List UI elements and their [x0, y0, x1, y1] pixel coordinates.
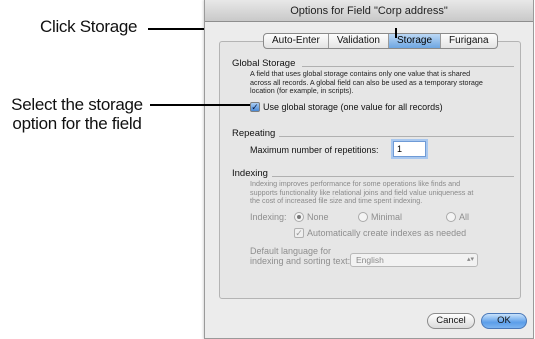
tab-auto-enter[interactable]: Auto-Enter — [264, 34, 329, 48]
tab-bar: Auto-Enter Validation Storage Furigana — [263, 33, 498, 49]
max-repetitions-label: Maximum number of repetitions: — [250, 145, 379, 155]
max-repetitions-input[interactable]: 1 — [393, 141, 426, 157]
default-language-label-line-1: Default language for — [250, 246, 332, 256]
auto-index-label: Automatically create indexes as needed — [307, 228, 467, 238]
language-value: English — [356, 255, 384, 265]
indexing-none-radio[interactable] — [294, 212, 304, 222]
storage-panel: Global Storage A field that uses global … — [219, 41, 521, 299]
default-language-label-line-2: indexing and sorting text: — [250, 256, 351, 266]
global-storage-checkbox-label: Use global storage (one value for all re… — [263, 102, 443, 112]
callout-2-line-2: option for the field — [12, 114, 142, 133]
callout-select-storage: Select the storage option for the field — [2, 95, 152, 133]
indexing-description-line-3: the cost of increased file size and time… — [250, 196, 423, 206]
global-storage-heading: Global Storage — [232, 58, 296, 69]
tab-validation[interactable]: Validation — [329, 34, 389, 48]
global-storage-checkbox[interactable]: ✓ — [250, 102, 260, 112]
callout-1-leader-drop — [395, 28, 397, 38]
cancel-button[interactable]: Cancel — [427, 313, 475, 329]
indexing-none-label: None — [307, 212, 329, 222]
repeating-heading: Repeating — [232, 128, 276, 139]
language-popup[interactable]: English ▴▾ — [350, 253, 478, 267]
global-storage-rule — [302, 66, 514, 67]
dialog-title: Options for Field "Corp address" — [205, 0, 533, 22]
global-storage-description-line-3: location (for example, in scripts). — [250, 86, 354, 96]
indexing-rule — [272, 176, 514, 177]
callout-2-line-1: Select the storage — [11, 95, 143, 114]
global-storage-description: A field that uses global storage contain… — [250, 69, 516, 96]
indexing-label: Indexing: — [250, 212, 287, 222]
auto-index-checkbox[interactable]: ✓ — [294, 228, 304, 238]
default-language-label: Default language for indexing and sortin… — [250, 246, 350, 266]
tab-furigana[interactable]: Furigana — [441, 34, 496, 48]
indexing-all-label: All — [459, 212, 470, 222]
repeating-rule — [279, 136, 514, 137]
indexing-all-radio[interactable] — [446, 212, 456, 222]
popup-arrows-icon: ▴▾ — [466, 256, 474, 263]
callout-click-storage: Click Storage — [40, 17, 138, 36]
callout-2-leader — [150, 104, 250, 106]
indexing-minimal-label: Minimal — [371, 212, 403, 222]
indexing-heading: Indexing — [232, 168, 268, 179]
indexing-minimal-radio[interactable] — [358, 212, 368, 222]
field-options-dialog: Options for Field "Corp address" Auto-En… — [204, 0, 534, 339]
ok-button[interactable]: OK — [481, 313, 527, 329]
indexing-description: Indexing improves performance for some o… — [250, 179, 516, 206]
